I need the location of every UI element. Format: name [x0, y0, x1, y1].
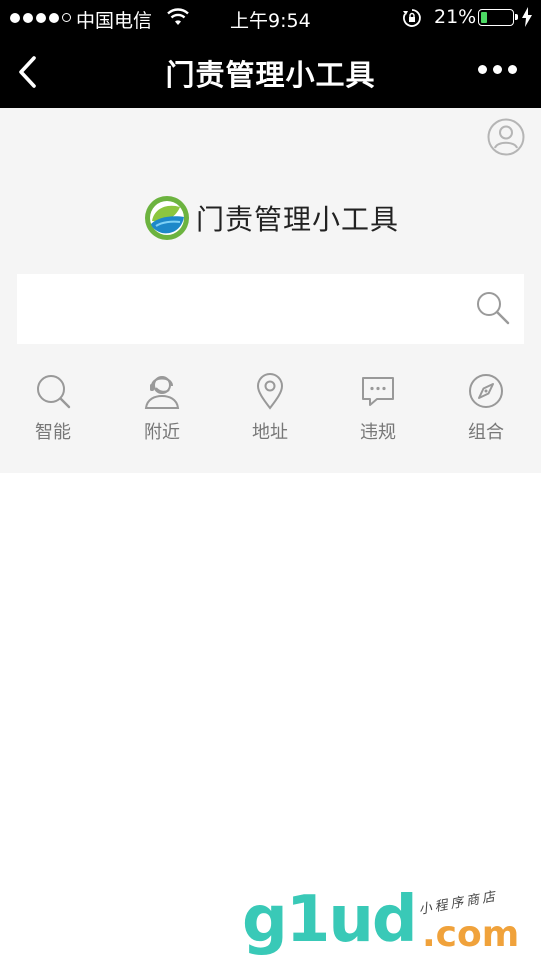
- battery-percent: 21%: [434, 6, 477, 28]
- user-profile-icon[interactable]: [487, 118, 525, 156]
- category-label: 违规: [360, 422, 396, 443]
- category-smart[interactable]: 智能: [13, 372, 93, 444]
- category-bar: 智能 附近 地址 违规 组合: [0, 372, 541, 452]
- battery-icon: [478, 9, 518, 26]
- nav-bar: 门责管理小工具: [0, 36, 541, 108]
- location-pin-icon: [256, 373, 284, 410]
- search-icon: [37, 375, 71, 409]
- brand-header: 门责管理小工具: [144, 195, 399, 241]
- category-nearby[interactable]: 附近: [122, 372, 202, 444]
- search-icon[interactable]: [475, 290, 511, 326]
- category-violation[interactable]: 违规: [338, 372, 418, 444]
- signal-strength-icon: [10, 13, 71, 23]
- header-panel: 门责管理小工具 智能 附近 地址 违规 组合: [0, 108, 541, 473]
- wifi-icon: [167, 8, 189, 25]
- message-icon: [362, 377, 394, 406]
- category-combination[interactable]: 组合: [446, 372, 526, 444]
- category-label: 地址: [252, 422, 288, 443]
- charging-icon: [522, 7, 532, 27]
- watermark-suffix: .com: [422, 914, 520, 955]
- brand-name: 门责管理小工具: [196, 203, 400, 236]
- carrier-name: 中国电信: [76, 10, 153, 32]
- brand-logo-icon: [145, 196, 189, 240]
- category-label: 组合: [468, 422, 504, 443]
- compass-icon: [469, 374, 503, 408]
- status-time: 上午9:54: [230, 10, 311, 32]
- rotation-lock-icon: [403, 9, 421, 27]
- search-bar: [17, 274, 524, 344]
- more-options-icon[interactable]: [478, 65, 517, 74]
- watermark-logo: g1ud 小程序商店 .com: [240, 888, 530, 958]
- category-address[interactable]: 地址: [230, 372, 310, 444]
- category-label: 智能: [35, 422, 71, 443]
- customer-service-icon: [144, 376, 180, 409]
- status-bar: 中国电信 上午9:54 21%: [0, 0, 541, 36]
- category-label: 附近: [144, 422, 180, 443]
- search-input[interactable]: [17, 274, 457, 344]
- page-title: 门责管理小工具: [165, 58, 376, 92]
- watermark-sub: 小程序商店: [417, 889, 500, 918]
- watermark-main: g1ud: [242, 883, 418, 957]
